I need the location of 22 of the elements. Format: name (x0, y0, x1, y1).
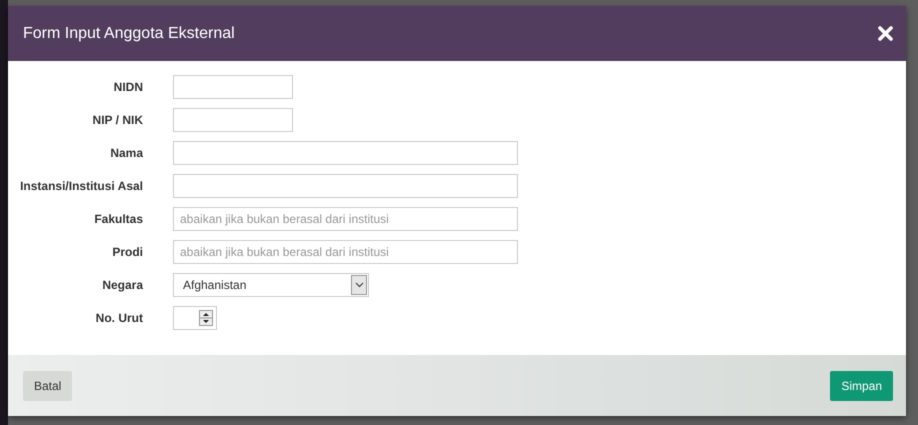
save-button[interactable]: Simpan (830, 370, 893, 400)
text-field[interactable] (173, 174, 518, 198)
field-label: No. Urut (94, 311, 143, 325)
close-icon[interactable] (878, 26, 893, 41)
text-field[interactable]: abaikan jika bukan berasal dari institusi (173, 207, 518, 231)
spinner-icon[interactable] (199, 310, 213, 326)
field-label: Prodi (111, 245, 143, 259)
country-select[interactable]: Afghanistan (173, 273, 369, 297)
field-label: Nama (109, 146, 143, 160)
dialog-title: Form Input Anggota Eksternal (23, 24, 235, 42)
number-field[interactable] (173, 306, 217, 330)
text-field[interactable] (173, 75, 293, 99)
text-field[interactable] (173, 108, 293, 132)
field-label: NIP / NIK (92, 113, 143, 127)
chevron-down-icon (354, 282, 364, 288)
text-field[interactable]: abaikan jika bukan berasal dari institusi (173, 240, 518, 264)
field-label: NIDN (112, 80, 143, 94)
cancel-button[interactable]: Batal (23, 370, 72, 400)
field-label: Negara (101, 278, 143, 292)
text-field[interactable] (173, 141, 518, 165)
field-label: Fakultas (93, 212, 143, 226)
field-label: Instansi/Institusi Asal (19, 179, 143, 193)
